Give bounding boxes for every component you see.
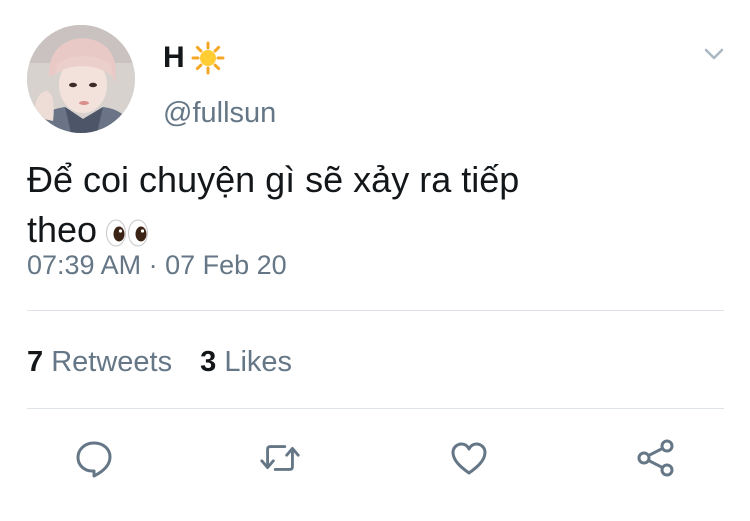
retweets-label: Retweets [51, 346, 173, 378]
retweets-stat[interactable]: 7 Retweets [27, 346, 180, 378]
retweet-button[interactable] [258, 436, 302, 480]
like-button[interactable] [447, 436, 491, 480]
author-handle[interactable]: @fullsun [163, 95, 276, 131]
chevron-down-icon[interactable] [700, 40, 728, 68]
tweet-timestamp[interactable]: 07:39 AM · 07 Feb 20 [27, 247, 287, 283]
divider [27, 310, 724, 311]
sun-emoji-icon [191, 41, 225, 75]
reply-icon [76, 441, 112, 478]
likes-stat[interactable]: 3 Likes [200, 346, 292, 378]
author-name[interactable]: H [163, 40, 225, 76]
share-icon [637, 439, 674, 477]
likes-count: 3 [200, 346, 217, 378]
reply-button[interactable] [72, 436, 116, 480]
avatar-image [27, 25, 135, 133]
avatar[interactable] [27, 25, 135, 133]
share-button[interactable] [634, 436, 678, 480]
like-icon [451, 442, 487, 475]
tweet-text: Để coi chuyện gì sẽ xảy ra tiếp theo [27, 155, 707, 255]
tweet-text-line-1: Để coi chuyện gì sẽ xảy ra tiếp [27, 159, 520, 200]
tweet-text-line-2-text: theo [27, 209, 98, 250]
retweets-count: 7 [27, 346, 44, 378]
eyes-emoji-icon [105, 211, 151, 247]
author-name-text[interactable]: H [163, 40, 185, 76]
tweet-stats: 7 Retweets 3 Likes [27, 343, 312, 381]
retweet-icon [260, 445, 300, 471]
divider [27, 408, 724, 409]
likes-label: Likes [224, 346, 293, 378]
